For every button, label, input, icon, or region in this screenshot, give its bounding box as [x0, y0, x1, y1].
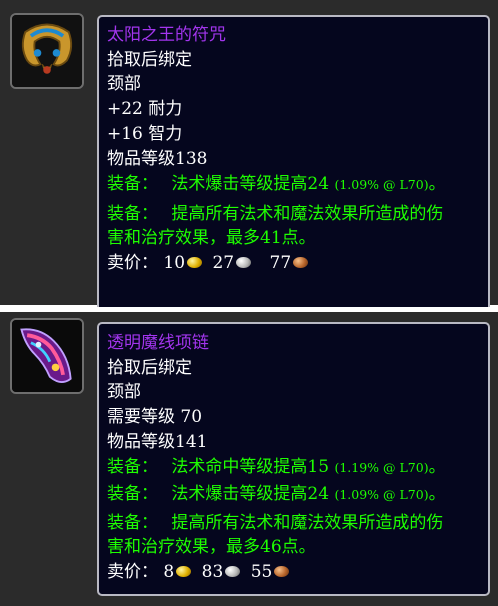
item-tooltip-1: 太阳之王的符咒 拾取后绑定 颈部 +22 耐力 +16 智力 物品等级138 装…: [97, 15, 490, 307]
equip-effect: 装备： 提高所有法术和魔法效果所造成的伤: [107, 202, 443, 226]
stat-intellect: +16 智力: [107, 124, 183, 144]
item-slot: 颈部: [107, 382, 141, 402]
equip-percent: (1.09% @ L70): [334, 487, 429, 502]
copper-coin-icon: [274, 566, 290, 577]
silver-coin-icon: [225, 566, 241, 577]
bind-type: 拾取后绑定: [107, 50, 192, 70]
equip-effect: 装备： 法术爆击等级提高24 (1.09% @ L70)。: [107, 482, 446, 507]
equip-text: 法术爆击等级提高24: [171, 174, 330, 194]
gold-amount: 10: [163, 253, 186, 273]
stat-stamina: +22 耐力: [107, 99, 183, 119]
equip-label: 装备：: [107, 204, 158, 224]
gold-coin-icon: [176, 566, 192, 577]
equip-effect: 装备： 法术命中等级提高15 (1.19% @ L70)。: [107, 455, 446, 480]
gold-coin-icon: [187, 257, 203, 268]
item-level: 物品等级138: [107, 149, 208, 169]
equip-tail: 。: [428, 174, 446, 194]
equip-percent: (1.09% @ L70): [334, 177, 429, 192]
sell-price: 卖价： 8 83 55: [107, 560, 294, 584]
required-level: 需要等级 70: [107, 407, 203, 427]
equip-label: 装备：: [107, 513, 158, 533]
item-level: 物品等级141: [107, 432, 208, 452]
sell-label: 卖价：: [107, 253, 158, 273]
sell-price: 卖价： 10 27 77: [107, 251, 313, 275]
gold-amount: 8: [163, 562, 175, 582]
equip-text: 提高所有法术和魔法效果所造成的伤: [171, 513, 444, 533]
item-slot: 颈部: [107, 74, 141, 94]
item-name: 透明魔线项链: [107, 333, 209, 353]
silver-amount: 83: [201, 562, 224, 582]
sell-label: 卖价：: [107, 562, 158, 582]
copper-coin-icon: [293, 257, 309, 268]
silver-coin-icon: [236, 257, 252, 268]
bind-type: 拾取后绑定: [107, 358, 192, 378]
equip-label: 装备：: [107, 457, 158, 477]
item-name: 太阳之王的符咒: [107, 25, 226, 45]
equip-percent: (1.19% @ L70): [334, 460, 429, 475]
equip-label: 装备：: [107, 174, 158, 194]
item-tooltip-2: 透明魔线项链 拾取后绑定 颈部 需要等级 70 物品等级141 装备： 法术命中…: [97, 322, 490, 596]
amulet-icon[interactable]: [10, 13, 84, 89]
equip-tail: 。: [428, 484, 446, 504]
equip-effect: 装备： 法术爆击等级提高24 (1.09% @ L70)。: [107, 172, 446, 197]
silver-amount: 27: [212, 253, 235, 273]
copper-amount: 55: [250, 562, 273, 582]
equip-text: 法术爆击等级提高24: [171, 484, 330, 504]
equip-text: 法术命中等级提高15: [171, 457, 330, 477]
equip-text: 提高所有法术和魔法效果所造成的伤: [171, 204, 444, 224]
equip-tail: 。: [428, 457, 446, 477]
equip-effect: 装备： 提高所有法术和魔法效果所造成的伤: [107, 511, 443, 535]
copper-amount: 77: [269, 253, 292, 273]
equip-label: 装备：: [107, 484, 158, 504]
equip-text-continued: 害和治疗效果，最多41点。: [107, 228, 316, 248]
equip-text-continued: 害和治疗效果，最多46点。: [107, 537, 316, 557]
necklace-icon[interactable]: [10, 318, 84, 394]
